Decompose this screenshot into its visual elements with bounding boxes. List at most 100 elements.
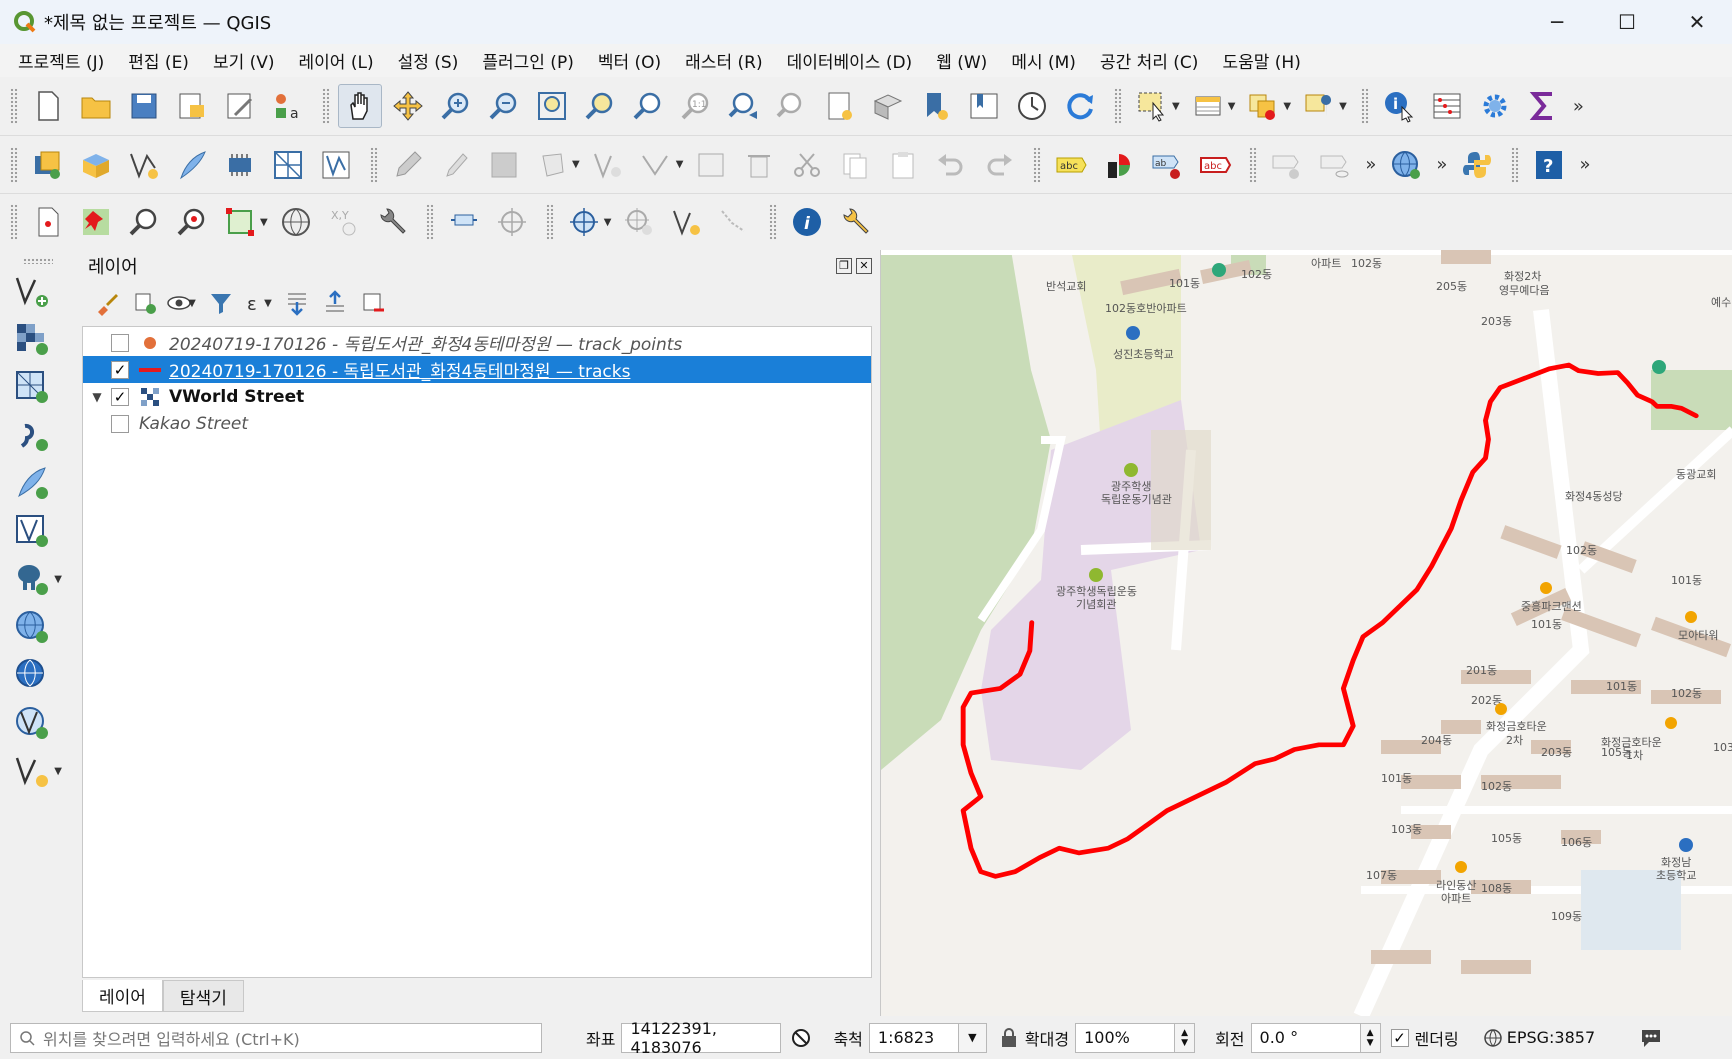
collapse-all-button[interactable] [316, 285, 354, 321]
style-manager-button[interactable]: a [266, 84, 310, 128]
add-mesh-layer-button[interactable] [8, 364, 56, 410]
layer-visibility-checkbox[interactable] [111, 414, 129, 433]
locator-search-input[interactable]: 위치를 찾으려면 입력하세요 (Ctrl+K) [10, 1022, 542, 1053]
menu-settings[interactable]: 설정 (S) [386, 48, 471, 73]
zoom-native-button[interactable]: 1:1 [674, 84, 718, 128]
tab-browser[interactable]: 탐색기 [162, 980, 244, 1012]
pan-to-selection-button[interactable] [386, 84, 430, 128]
scale-field[interactable]: 1:6823 [868, 1022, 959, 1053]
coordinate-field[interactable]: 14122391, 4183076 [621, 1019, 782, 1057]
open-styling-button[interactable] [88, 285, 126, 321]
close-panel-button[interactable]: ✕ [856, 258, 872, 274]
menu-database[interactable]: 데이터베이스 (D) [775, 48, 925, 73]
scale-dropdown-icon[interactable]: ▼ [958, 1022, 987, 1053]
menu-processing[interactable]: 공간 처리 (C) [1088, 48, 1211, 73]
zoom-last-button[interactable] [722, 84, 766, 128]
show-bookmarks-button[interactable] [962, 84, 1006, 128]
redo-button[interactable] [977, 143, 1021, 187]
pan-map-button[interactable] [338, 84, 382, 128]
plugin-measure-button[interactable] [442, 200, 486, 244]
delete-selected-button[interactable] [737, 143, 781, 187]
field-calculator-button[interactable] [1521, 84, 1565, 128]
rotation-field[interactable]: 0.0 ° [1250, 1022, 1361, 1053]
highlight-labels-button[interactable]: abc [1193, 143, 1237, 187]
zoom-in-button[interactable] [434, 84, 478, 128]
layer-visibility-checkbox[interactable] [111, 333, 129, 352]
zoom-to-layer-button[interactable] [626, 84, 670, 128]
plugin-xy-button[interactable]: X,Y [322, 200, 366, 244]
toolbar-overflow-icon[interactable]: » [1573, 96, 1584, 117]
tab-layers[interactable]: 레이어 [82, 980, 163, 1012]
chevron-down-icon[interactable]: ▼ [264, 298, 272, 309]
processing-toolbox-button[interactable] [1473, 84, 1517, 128]
show-hide-labels-button[interactable] [1313, 143, 1357, 187]
messages-icon[interactable] [1639, 1027, 1663, 1049]
plugin-extent-button[interactable] [218, 200, 262, 244]
add-postgis-layer-button[interactable]: ▼ [8, 556, 62, 602]
plugin-crosshair-button[interactable] [490, 200, 534, 244]
plugin-pin-button[interactable] [74, 200, 118, 244]
render-checkbox[interactable]: ✓ [1390, 1028, 1409, 1047]
add-wms-layer-button[interactable] [1384, 143, 1428, 187]
new-map-view-button[interactable] [818, 84, 862, 128]
plugin-wrench-button[interactable] [370, 200, 414, 244]
new-vector-layer-button[interactable]: ▼ [8, 748, 62, 794]
toolbar-grip[interactable] [23, 258, 53, 264]
copy-features-button[interactable] [833, 143, 877, 187]
plugin-capture-button[interactable] [617, 200, 661, 244]
manage-visibility-button[interactable]: ▼ [164, 285, 202, 321]
menu-edit[interactable]: 편집 (E) [116, 48, 201, 73]
new-virtual-layer-button[interactable] [266, 143, 310, 187]
filter-legend-button[interactable] [202, 285, 240, 321]
menu-help[interactable]: 도움말 (H) [1210, 48, 1312, 73]
data-source-manager-button[interactable] [26, 143, 70, 187]
python-console-button[interactable] [1455, 143, 1499, 187]
add-raster-layer-button[interactable] [8, 316, 56, 362]
add-group-button[interactable] [126, 285, 164, 321]
add-wfs-layer-button[interactable] [8, 652, 56, 698]
plugin-info-button[interactable]: i [785, 200, 829, 244]
map-canvas[interactable]: 반석교회 102동 101동 102동 아파트 205동 화정2차 영무예다음 … [880, 250, 1732, 1016]
lock-icon[interactable] [999, 1027, 1019, 1049]
new-bookmark-button[interactable] [914, 84, 958, 128]
plugin-trace-button[interactable] [713, 200, 757, 244]
undo-button[interactable] [929, 143, 973, 187]
layer-diagram-button[interactable] [1097, 143, 1141, 187]
save-project-button[interactable] [122, 84, 166, 128]
menu-web[interactable]: 웹 (W) [924, 48, 999, 73]
add-wms-layer-button[interactable] [8, 604, 56, 650]
float-panel-button[interactable]: ❐ [836, 258, 852, 274]
toolbar-grip[interactable] [10, 204, 18, 240]
layer-row-track-points[interactable]: 20240719-170126 - 독립도서관_화정4동테마정원 — track… [83, 329, 871, 356]
new-project-button[interactable] [26, 84, 70, 128]
toolbar-overflow-icon[interactable]: » [1436, 154, 1447, 175]
add-wcs-layer-button[interactable] [8, 700, 56, 746]
toolbar-overflow-icon[interactable]: » [1579, 154, 1590, 175]
filter-expression-button[interactable]: ε ▼ [240, 285, 278, 321]
new-geopackage-button[interactable] [74, 143, 118, 187]
toggle-editing-button[interactable] [434, 143, 478, 187]
magnifier-spinner[interactable]: ▲ ▼ [1175, 1022, 1196, 1053]
zoom-out-button[interactable] [482, 84, 526, 128]
collapse-arrow-icon[interactable]: ▼ [83, 390, 111, 404]
chevron-down-icon[interactable]: ▼ [54, 574, 62, 585]
maximize-button[interactable]: ☐ [1592, 0, 1662, 44]
menu-raster[interactable]: 래스터 (R) [673, 48, 774, 73]
zoom-to-selection-button[interactable] [578, 84, 622, 128]
menu-plugins[interactable]: 플러그인 (P) [470, 48, 585, 73]
modify-attributes-button[interactable] [689, 143, 733, 187]
layer-row-vworld-street[interactable]: ▼ ✓ VWorld Street [83, 383, 871, 410]
new-3d-map-button[interactable] [866, 84, 910, 128]
layout-manager-button[interactable] [218, 84, 262, 128]
add-vector-layer-button[interactable] [8, 268, 56, 314]
save-edits-button[interactable] [482, 143, 526, 187]
select-features-button[interactable] [1130, 84, 1174, 128]
crs-globe-icon[interactable] [1483, 1028, 1503, 1048]
plugin-new-feature-button[interactable] [26, 200, 70, 244]
menu-vector[interactable]: 벡터 (O) [586, 48, 673, 73]
menu-view[interactable]: 보기 (V) [201, 48, 287, 73]
plugin-georef-button[interactable] [562, 200, 606, 244]
chevron-down-icon[interactable]: ▼ [54, 766, 62, 777]
close-button[interactable]: ✕ [1662, 0, 1732, 44]
vertex-tool-button[interactable] [586, 143, 630, 187]
